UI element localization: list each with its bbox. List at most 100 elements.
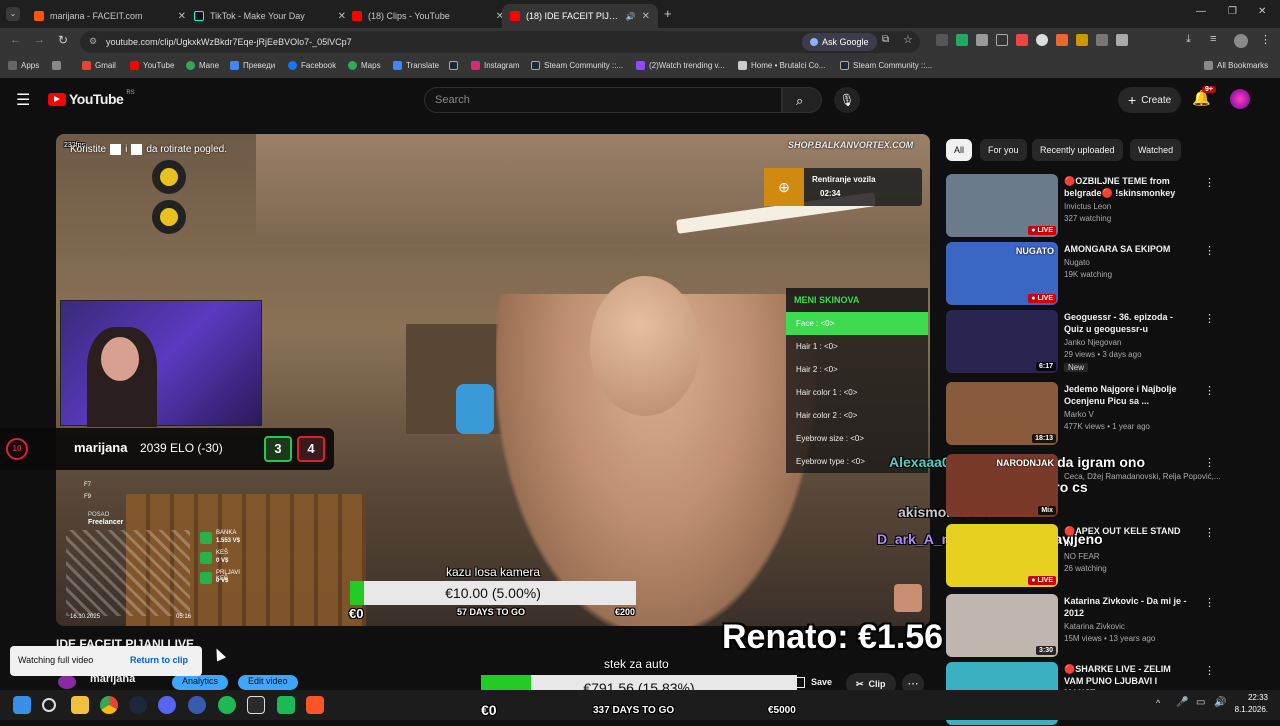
skin-menu-item[interactable]: Hair color 2 : <0> xyxy=(786,404,928,427)
bookmark-gmail[interactable]: Gmail xyxy=(82,61,116,70)
extension-icon[interactable] xyxy=(1096,34,1108,46)
more-options-icon[interactable]: ⋮ xyxy=(1204,244,1215,257)
video-player[interactable]: 232fps Koristite i da rotirate pogled. S… xyxy=(56,134,930,626)
channel-name[interactable]: Janko Njegovan xyxy=(1064,338,1121,347)
forward-icon[interactable]: → xyxy=(34,34,45,46)
clock-time[interactable]: 22:33 xyxy=(1222,693,1268,702)
chrome-icon[interactable] xyxy=(100,696,118,714)
recommended-video[interactable]: NUGATO ● LIVE AMONGARA SA EKIPOM Nugato 19K … xyxy=(946,242,1266,306)
reading-list-icon[interactable]: ≡ xyxy=(1210,33,1216,45)
video-thumbnail[interactable]: NARODNJAK Mix xyxy=(946,454,1058,517)
more-options-icon[interactable]: ⋮ xyxy=(1204,312,1215,325)
extension-icon[interactable] xyxy=(1076,34,1088,46)
steam-icon[interactable] xyxy=(129,696,147,714)
tab-faceit[interactable]: marijana - FACEIT.com ✕ xyxy=(26,4,194,28)
window-close-button[interactable]: ✕ xyxy=(1258,6,1266,17)
puzzle-icon[interactable] xyxy=(1116,34,1128,46)
extension-icon[interactable] xyxy=(996,34,1008,46)
clock-date[interactable]: 8.1.2026. xyxy=(1222,705,1268,714)
notifications-button[interactable]: 🔔 9+ xyxy=(1192,86,1216,107)
skin-menu-item[interactable]: Face : <0> xyxy=(786,312,928,335)
bookmark-prevedi[interactable]: Преведи xyxy=(230,61,275,70)
video-title[interactable]: Katarina Zivkovic - Da mi je - 2012 xyxy=(1064,595,1190,619)
speaker-icon[interactable]: 🔊 xyxy=(626,12,636,21)
windows-start-icon[interactable] xyxy=(13,696,31,714)
bookmark-instagram[interactable]: Instagram xyxy=(471,61,520,70)
brave-icon[interactable] xyxy=(306,696,324,714)
channel-name[interactable]: Ceca, Džej Ramadanovski, Relja Popović,.… xyxy=(1064,472,1221,481)
close-icon[interactable]: ✕ xyxy=(642,11,650,22)
channel-name[interactable]: Katarina Zivkovic xyxy=(1064,622,1125,631)
bookmark-grid[interactable] xyxy=(52,61,61,70)
tray-mic-icon[interactable]: 🎤 xyxy=(1176,697,1188,708)
search-button[interactable]: ⌕ xyxy=(782,87,822,113)
recommended-video[interactable]: 3:30 Katarina Zivkovic - Da mi je - 2012 K… xyxy=(946,594,1266,658)
app-icon[interactable] xyxy=(277,696,295,714)
extension-icon[interactable] xyxy=(1056,34,1068,46)
bookmark-facebook[interactable]: Facebook xyxy=(288,61,336,70)
recommended-video[interactable]: ● LIVE 🔴APEX OUT KELE STAND IN NO FEAR 26 w… xyxy=(946,524,1266,588)
recommended-video[interactable]: 18:13 Jedemo Najgore i Najbolje Ocenjenu … xyxy=(946,382,1266,446)
video-thumbnail[interactable]: 6:17 xyxy=(946,310,1058,373)
site-info-icon[interactable]: ⚙ xyxy=(89,36,97,47)
bookmark-translate[interactable]: Translate xyxy=(393,61,439,70)
chip-for-you[interactable]: For you xyxy=(980,139,1027,161)
discord-icon[interactable] xyxy=(158,696,176,714)
more-options-icon[interactable]: ⋮ xyxy=(1204,176,1215,189)
tab-youtube-live[interactable]: (18) IDE FACEIT PIJANI LIVE 🔊 ✕ xyxy=(502,4,658,28)
video-title[interactable]: Geoguessr - 36. epizoda - Quiz u geogues… xyxy=(1064,311,1190,335)
extension-icon[interactable] xyxy=(956,34,968,46)
address-bar[interactable]: ⚙ youtube.com/clip/UgkxkWzBkdr7Eqe-jRjEe… xyxy=(80,31,920,53)
search-input[interactable]: Search xyxy=(424,87,782,113)
more-options-icon[interactable]: ⋮ xyxy=(1204,596,1215,609)
new-tab-button[interactable]: + xyxy=(664,6,672,21)
voice-search-button[interactable]: 🎙 xyxy=(834,87,860,113)
channel-name[interactable]: Marko V xyxy=(1064,410,1094,419)
video-thumbnail[interactable]: 18:13 xyxy=(946,382,1058,445)
channel-avatar[interactable] xyxy=(58,675,76,689)
video-title[interactable]: AMONGARA SA EKIPOM xyxy=(1064,243,1190,255)
video-title[interactable]: Jedemo Najgore i Najbolje Ocenjenu Picu … xyxy=(1064,383,1190,407)
channel-name[interactable]: Nugato xyxy=(1064,258,1090,267)
recommended-video[interactable]: NARODNJAK Mix Ceca, Džej Ramadanovski, Rel… xyxy=(946,454,1266,518)
video-thumbnail[interactable]: ● LIVE xyxy=(946,174,1058,237)
video-thumbnail[interactable]: NUGATO ● LIVE xyxy=(946,242,1058,305)
account-avatar[interactable] xyxy=(1230,89,1250,109)
bookmark-watch-trending[interactable]: (2)Watch trending v... xyxy=(636,61,725,70)
ask-google-button[interactable]: Ask Google xyxy=(802,33,877,51)
video-title[interactable]: 🔴OZBILJNE TEME from belgrade🔴 !skinsmonk… xyxy=(1064,175,1190,199)
hamburger-menu-icon[interactable]: ☰ xyxy=(16,90,30,110)
skin-menu-item[interactable]: Hair color 1 : <0> xyxy=(786,381,928,404)
more-options-icon[interactable]: ⋮ xyxy=(1204,456,1215,469)
channel-name[interactable]: Invictus Leon xyxy=(1064,202,1111,211)
back-icon[interactable]: ← xyxy=(10,34,21,46)
chip-watched[interactable]: Watched xyxy=(1130,139,1182,161)
bookmark-steam-community-1[interactable]: Steam Community ::... xyxy=(531,61,623,70)
chip-recently-uploaded[interactable]: Recently uploaded xyxy=(1032,139,1123,161)
bookmark-all-bookmarks[interactable]: All Bookmarks xyxy=(1204,61,1268,70)
bookmark-maps[interactable]: Maps xyxy=(348,61,381,70)
skin-menu-item[interactable]: Hair 1 : <0> xyxy=(786,335,928,358)
bookmark-brutalci[interactable]: Home • Brutalci Co... xyxy=(738,61,825,70)
chrome-menu-icon[interactable]: ⋮ xyxy=(1260,33,1271,46)
reload-icon[interactable]: ↻ xyxy=(58,33,68,47)
more-options-icon[interactable]: ⋮ xyxy=(1204,384,1215,397)
skin-menu-item[interactable]: Hair 2 : <0> xyxy=(786,358,928,381)
analytics-button[interactable]: Analytics xyxy=(172,675,229,690)
extension-icon[interactable] xyxy=(976,34,988,46)
restore-button[interactable]: ❐ xyxy=(1228,6,1237,17)
more-options-icon[interactable]: ⋮ xyxy=(1204,526,1215,539)
cast-icon[interactable]: ⧉ xyxy=(882,34,889,45)
close-icon[interactable]: ✕ xyxy=(178,11,186,22)
profile-avatar[interactable] xyxy=(1234,34,1248,48)
return-to-clip-button[interactable]: Return to clip xyxy=(130,655,188,665)
search-icon[interactable] xyxy=(42,698,56,712)
extension-icon[interactable] xyxy=(1016,34,1028,46)
extension-icon[interactable] xyxy=(1036,34,1048,46)
video-title[interactable]: 🔴APEX OUT KELE STAND IN xyxy=(1064,525,1190,549)
more-options-icon[interactable]: ⋮ xyxy=(1204,664,1215,677)
spotify-icon[interactable] xyxy=(218,696,236,714)
bookmark-star-icon[interactable]: ☆ xyxy=(903,33,913,46)
recommended-video[interactable]: ● LIVE 🔴OZBILJNE TEME from belgrade🔴 !ski… xyxy=(946,174,1266,238)
bookmark-youtube[interactable]: YouTube xyxy=(130,61,174,70)
